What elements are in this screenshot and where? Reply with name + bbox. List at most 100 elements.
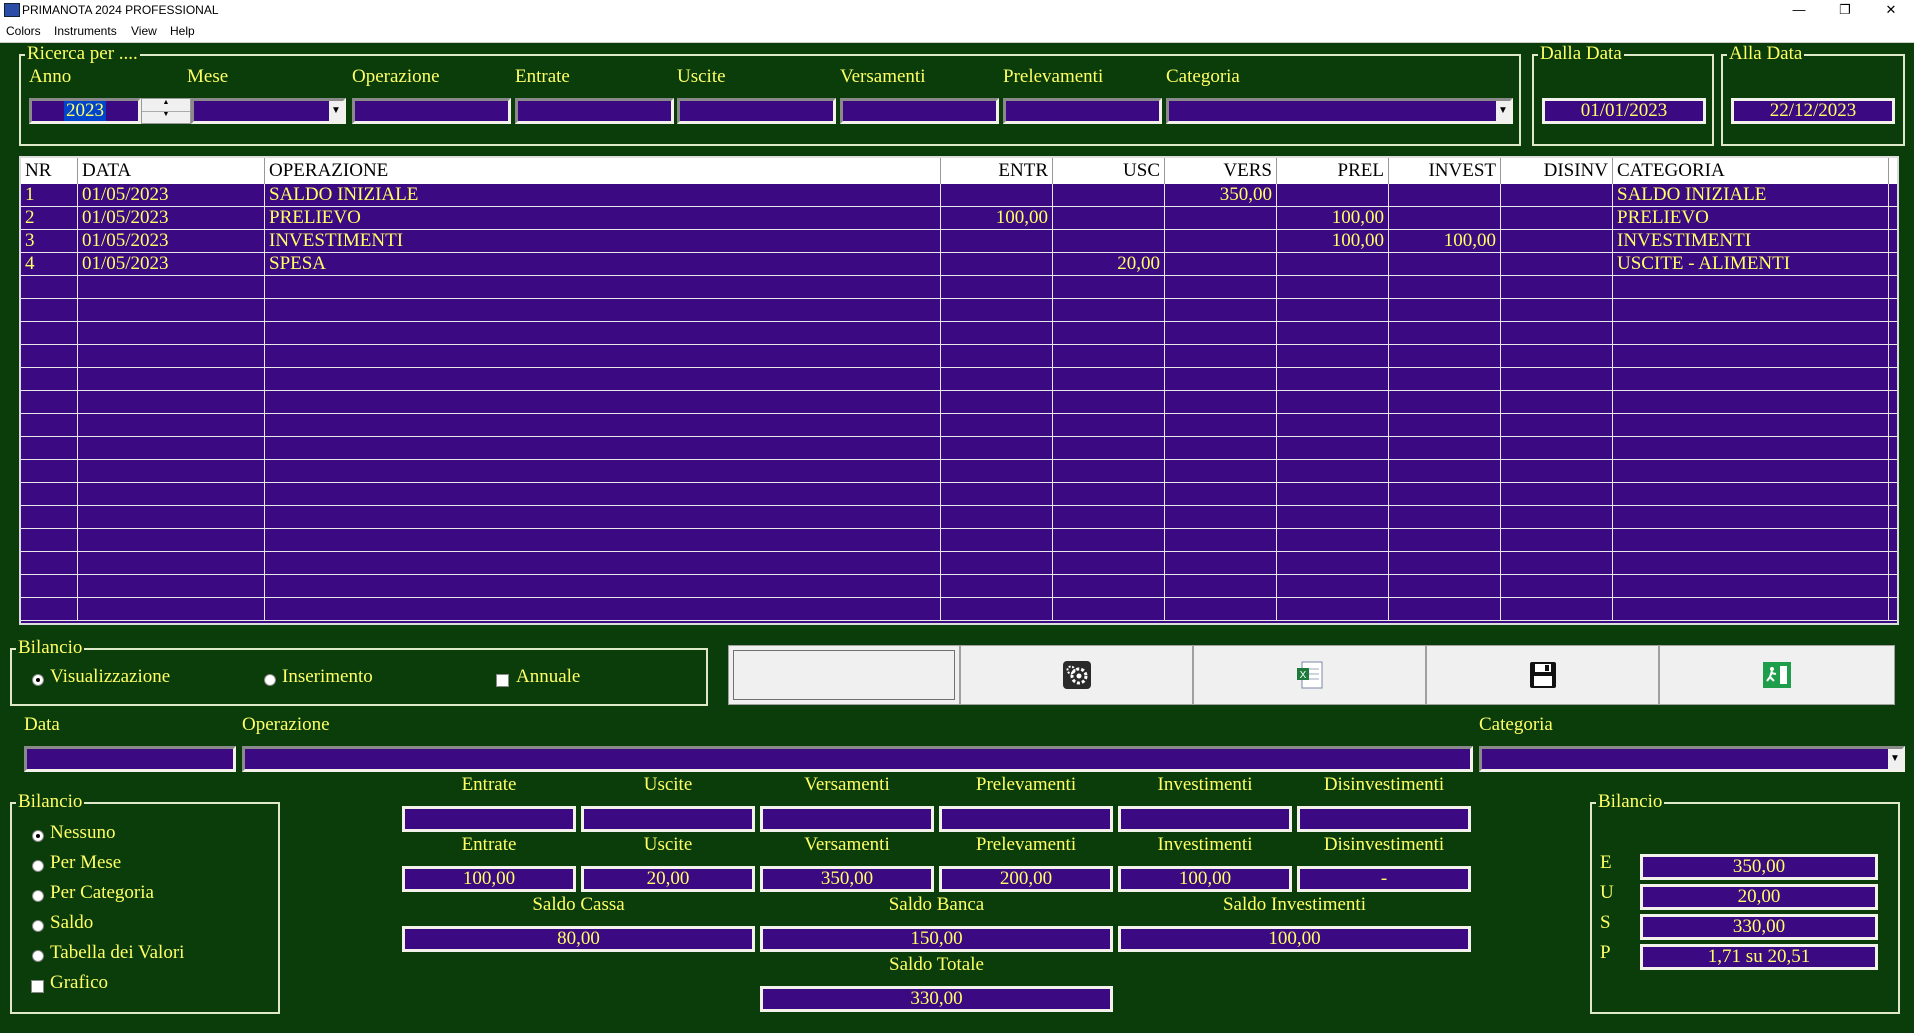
table-row[interactable]: 1 01/05/2023 SALDO INIZIALE 350,00 SALDO INI… [21, 184, 1897, 207]
table-cell[interactable]: SPESA [265, 253, 941, 275]
table-cell[interactable] [941, 414, 1053, 436]
table-cell[interactable]: 100,00 [1277, 230, 1389, 252]
table-row[interactable]: 2 01/05/2023 PRELIEVO 100,00 100,00 PRELIEVO [21, 207, 1897, 230]
table-cell[interactable] [1165, 575, 1277, 597]
table-row[interactable] [21, 276, 1897, 299]
table-cell[interactable] [1389, 345, 1501, 367]
table-cell[interactable] [1389, 368, 1501, 390]
table-row[interactable] [21, 299, 1897, 322]
col-vers[interactable]: VERS [1165, 158, 1277, 184]
table-cell[interactable] [1501, 207, 1613, 229]
annuale-checkbox[interactable] [496, 674, 509, 687]
table-cell[interactable] [1053, 276, 1165, 298]
exit-button[interactable] [1659, 645, 1895, 705]
table-cell[interactable]: INVESTIMENTI [265, 230, 941, 252]
table-cell[interactable] [1389, 529, 1501, 551]
table-cell[interactable] [941, 552, 1053, 574]
menu-view[interactable]: View [131, 24, 157, 38]
table-cell[interactable] [21, 460, 78, 482]
tabella-valori-radio[interactable] [32, 950, 44, 962]
table-cell[interactable]: 01/05/2023 [78, 230, 265, 252]
table-cell[interactable] [1613, 391, 1889, 413]
tabella-valori-label[interactable]: Tabella dei Valori [50, 942, 184, 964]
table-cell[interactable] [941, 460, 1053, 482]
table-cell[interactable] [78, 299, 265, 321]
table-cell[interactable]: 20,00 [1053, 253, 1165, 275]
saldo-label[interactable]: Saldo [50, 912, 93, 934]
table-cell[interactable] [941, 299, 1053, 321]
table-row[interactable] [21, 322, 1897, 345]
table-cell[interactable] [265, 598, 941, 620]
table-cell[interactable] [941, 437, 1053, 459]
mese-select[interactable]: ▼ [191, 98, 346, 124]
table-cell[interactable]: 1 [21, 184, 78, 206]
table-cell[interactable] [1053, 345, 1165, 367]
minimize-button[interactable]: — [1776, 0, 1822, 20]
table-cell[interactable] [1165, 299, 1277, 321]
table-cell[interactable] [1165, 391, 1277, 413]
table-cell[interactable] [265, 460, 941, 482]
table-cell[interactable] [941, 391, 1053, 413]
col-prel[interactable]: PREL [1277, 158, 1389, 184]
table-cell[interactable] [1613, 322, 1889, 344]
inserimento-label[interactable]: Inserimento [282, 666, 373, 688]
table-cell[interactable] [21, 391, 78, 413]
table-cell[interactable] [265, 506, 941, 528]
table-cell[interactable] [78, 598, 265, 620]
table-row[interactable] [21, 529, 1897, 552]
prelevamenti-search-input[interactable] [1003, 98, 1162, 124]
col-operazione[interactable]: OPERAZIONE [265, 158, 941, 184]
table-cell[interactable] [1613, 368, 1889, 390]
table-cell[interactable] [1053, 207, 1165, 229]
entrate-amount-input[interactable] [402, 806, 576, 832]
table-cell[interactable] [1277, 322, 1389, 344]
table-cell[interactable] [1389, 207, 1501, 229]
table-cell[interactable] [1277, 276, 1389, 298]
table-row[interactable] [21, 575, 1897, 598]
table-cell[interactable] [78, 322, 265, 344]
table-cell[interactable] [1277, 437, 1389, 459]
table-cell[interactable]: 100,00 [1277, 207, 1389, 229]
table-cell[interactable] [1389, 253, 1501, 275]
table-cell[interactable] [1277, 299, 1389, 321]
table-cell[interactable] [1053, 598, 1165, 620]
table-cell[interactable] [1389, 598, 1501, 620]
table-cell[interactable] [1277, 414, 1389, 436]
table-cell[interactable] [78, 483, 265, 505]
table-cell[interactable] [1053, 322, 1165, 344]
table-cell[interactable] [21, 506, 78, 528]
per-mese-label[interactable]: Per Mese [50, 852, 121, 874]
table-cell[interactable] [1501, 414, 1613, 436]
table-cell[interactable] [1501, 506, 1613, 528]
table-cell[interactable]: 350,00 [1165, 184, 1277, 206]
table-cell[interactable] [21, 598, 78, 620]
table-cell[interactable] [1389, 391, 1501, 413]
table-cell[interactable] [941, 184, 1053, 206]
disinvestimenti-amount-input[interactable] [1297, 806, 1471, 832]
table-cell[interactable] [265, 368, 941, 390]
table-cell[interactable] [21, 552, 78, 574]
table-cell[interactable] [941, 506, 1053, 528]
inserimento-radio[interactable] [264, 674, 276, 686]
settings-button[interactable] [960, 645, 1193, 705]
table-cell[interactable] [1277, 253, 1389, 275]
table-cell[interactable] [1613, 483, 1889, 505]
table-cell[interactable] [1165, 460, 1277, 482]
categoria-entry-select[interactable]: ▼ [1479, 746, 1905, 772]
table-cell[interactable] [265, 391, 941, 413]
table-cell[interactable] [265, 575, 941, 597]
table-cell[interactable] [265, 414, 941, 436]
table-cell[interactable] [1389, 506, 1501, 528]
table-cell[interactable] [78, 391, 265, 413]
table-cell[interactable] [1389, 437, 1501, 459]
visualizzazione-label[interactable]: Visualizzazione [50, 666, 170, 688]
table-cell[interactable] [941, 276, 1053, 298]
table-cell[interactable] [1501, 598, 1613, 620]
table-cell[interactable] [1501, 276, 1613, 298]
table-cell[interactable] [1613, 414, 1889, 436]
table-cell[interactable] [941, 529, 1053, 551]
table-cell[interactable] [21, 299, 78, 321]
table-cell[interactable] [1613, 437, 1889, 459]
table-cell[interactable] [1277, 184, 1389, 206]
table-cell[interactable]: 01/05/2023 [78, 253, 265, 275]
